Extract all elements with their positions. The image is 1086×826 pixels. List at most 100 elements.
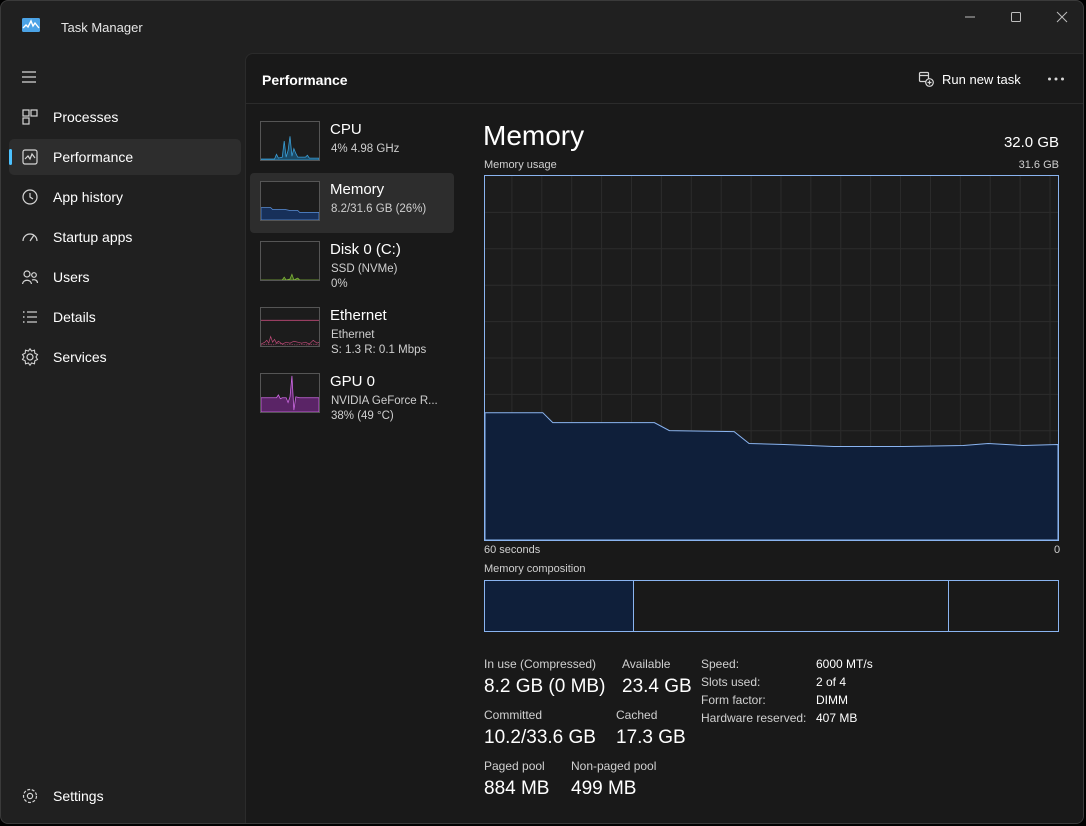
slots-used-label: Slots used: (701, 675, 761, 689)
nav-item-label: App history (53, 189, 124, 205)
device-name: GPU 0 (330, 373, 376, 390)
nav-item-details[interactable]: Details (9, 299, 241, 335)
graph-time-left: 60 seconds (484, 544, 541, 556)
paged-pool-value: 884 MB (484, 778, 550, 799)
page-title: Performance (262, 72, 348, 88)
cpu-thumbnail-graph (260, 121, 320, 161)
performance-icon (22, 149, 38, 165)
composition-in-use (485, 581, 634, 631)
hamburger-menu-button[interactable] (13, 63, 45, 91)
device-stat-secondary: 38% (49 °C) (331, 410, 394, 422)
detail-heading: Memory (483, 120, 585, 151)
disk-thumbnail-graph (260, 241, 320, 281)
memory-usage-max: 31.6 GB (1018, 159, 1059, 171)
performance-panel: Performance Run new task CPU 4% 4.98 GHz… (245, 53, 1083, 823)
run-new-task-button[interactable]: Run new task (918, 68, 1021, 90)
minimize-icon (965, 16, 975, 18)
nav-item-services[interactable]: Services (9, 339, 241, 375)
maximize-button[interactable] (993, 1, 1039, 33)
navigation-sidebar: Processes Performance App history Startu… (1, 53, 245, 823)
device-name: CPU (330, 121, 362, 138)
nav-item-settings[interactable]: Settings (9, 778, 241, 814)
in-use-label: In use (Compressed) (484, 657, 597, 671)
device-stat: 4% 4.98 GHz (331, 143, 400, 155)
nav-item-label: Startup apps (53, 229, 133, 245)
window-title: Task Manager (61, 20, 143, 35)
memory-usage-graph (484, 175, 1059, 541)
device-stat: 8.2/31.6 GB (26%) (331, 203, 427, 215)
gpu-thumbnail-graph (260, 373, 320, 413)
device-ethernet[interactable]: Ethernet Ethernet S: 1.3 R: 0.1 Mbps (250, 299, 454, 359)
memory-composition-label: Memory composition (484, 563, 586, 575)
nav-item-label: Details (53, 309, 96, 325)
memory-total: 32.0 GB (1003, 134, 1059, 151)
non-paged-pool-label: Non-paged pool (571, 759, 657, 773)
paged-pool-label: Paged pool (484, 759, 545, 773)
minimize-button[interactable] (947, 1, 993, 33)
content-header: Performance Run new task (246, 54, 1083, 104)
nav-item-startup-apps[interactable]: Startup apps (9, 219, 241, 255)
committed-label: Committed (484, 708, 543, 722)
available-label: Available (622, 657, 671, 671)
form-factor-label: Form factor: (701, 693, 766, 707)
selected-indicator (9, 149, 12, 165)
device-stat-secondary: 0% (331, 278, 348, 290)
close-icon (1056, 11, 1068, 23)
app-history-icon (22, 189, 38, 205)
users-icon (21, 270, 39, 285)
available-value: 23.4 GB (622, 676, 692, 697)
slots-used-value: 2 of 4 (816, 675, 847, 689)
cached-value: 17.3 GB (616, 727, 686, 748)
device-gpu[interactable]: GPU 0 NVIDIA GeForce R... 38% (49 °C) (250, 365, 454, 425)
device-stat-secondary: S: 1.3 R: 0.1 Mbps (331, 344, 427, 356)
device-memory[interactable]: Memory 8.2/31.6 GB (26%) (250, 173, 454, 233)
task-manager-window: Task Manager Processes Performance App h… (0, 0, 1084, 824)
in-use-value: 8.2 GB (0 MB) (484, 676, 606, 697)
committed-value: 10.2/33.6 GB (484, 727, 596, 748)
close-button[interactable] (1039, 1, 1083, 33)
startup-apps-icon (22, 233, 38, 242)
composition-free (949, 581, 1058, 631)
task-manager-app-icon (22, 18, 40, 32)
title-bar[interactable]: Task Manager (1, 1, 1083, 53)
memory-thumbnail-graph (260, 181, 320, 221)
nav-item-performance[interactable]: Performance (9, 139, 241, 175)
ethernet-thumbnail-graph (260, 307, 320, 347)
form-factor-value: DIMM (816, 693, 848, 707)
memory-usage-area (485, 412, 1058, 540)
device-stat: NVIDIA GeForce R... (331, 395, 438, 407)
nav-item-label: Performance (53, 149, 134, 165)
more-options-button[interactable] (1044, 69, 1068, 89)
processes-icon (22, 109, 38, 125)
gear-icon (22, 788, 38, 804)
run-new-task-label: Run new task (942, 71, 1021, 87)
nav-item-processes[interactable]: Processes (9, 99, 241, 135)
services-icon (21, 348, 39, 366)
device-cpu[interactable]: CPU 4% 4.98 GHz (250, 113, 454, 173)
device-disk[interactable]: Disk 0 (C:) SSD (NVMe) 0% (250, 233, 454, 293)
hardware-reserved-value: 407 MB (816, 711, 858, 725)
nav-item-label: Services (53, 349, 107, 365)
device-name: Memory (330, 181, 385, 198)
hardware-reserved-label: Hardware reserved: (701, 711, 807, 725)
device-name: Ethernet (330, 307, 387, 324)
memory-usage-label: Memory usage (484, 159, 557, 171)
nav-item-app-history[interactable]: App history (9, 179, 241, 215)
device-stat: SSD (NVMe) (331, 263, 398, 275)
details-icon (23, 311, 37, 323)
speed-value: 6000 MT/s (816, 657, 873, 671)
nav-item-label: Users (53, 269, 90, 285)
graph-time-right: 0 (1054, 544, 1061, 556)
nav-item-users[interactable]: Users (9, 259, 241, 295)
hamburger-icon (22, 71, 36, 83)
speed-label: Speed: (701, 657, 740, 671)
nav-item-label: Settings (53, 788, 104, 804)
more-options-icon (1048, 77, 1064, 81)
cached-label: Cached (616, 708, 658, 722)
non-paged-pool-value: 499 MB (571, 778, 637, 799)
nav-item-label: Processes (53, 109, 119, 125)
device-stat: Ethernet (331, 329, 375, 341)
memory-composition-bar (484, 580, 1059, 632)
composition-standby (634, 581, 949, 631)
maximize-icon (1011, 12, 1021, 22)
